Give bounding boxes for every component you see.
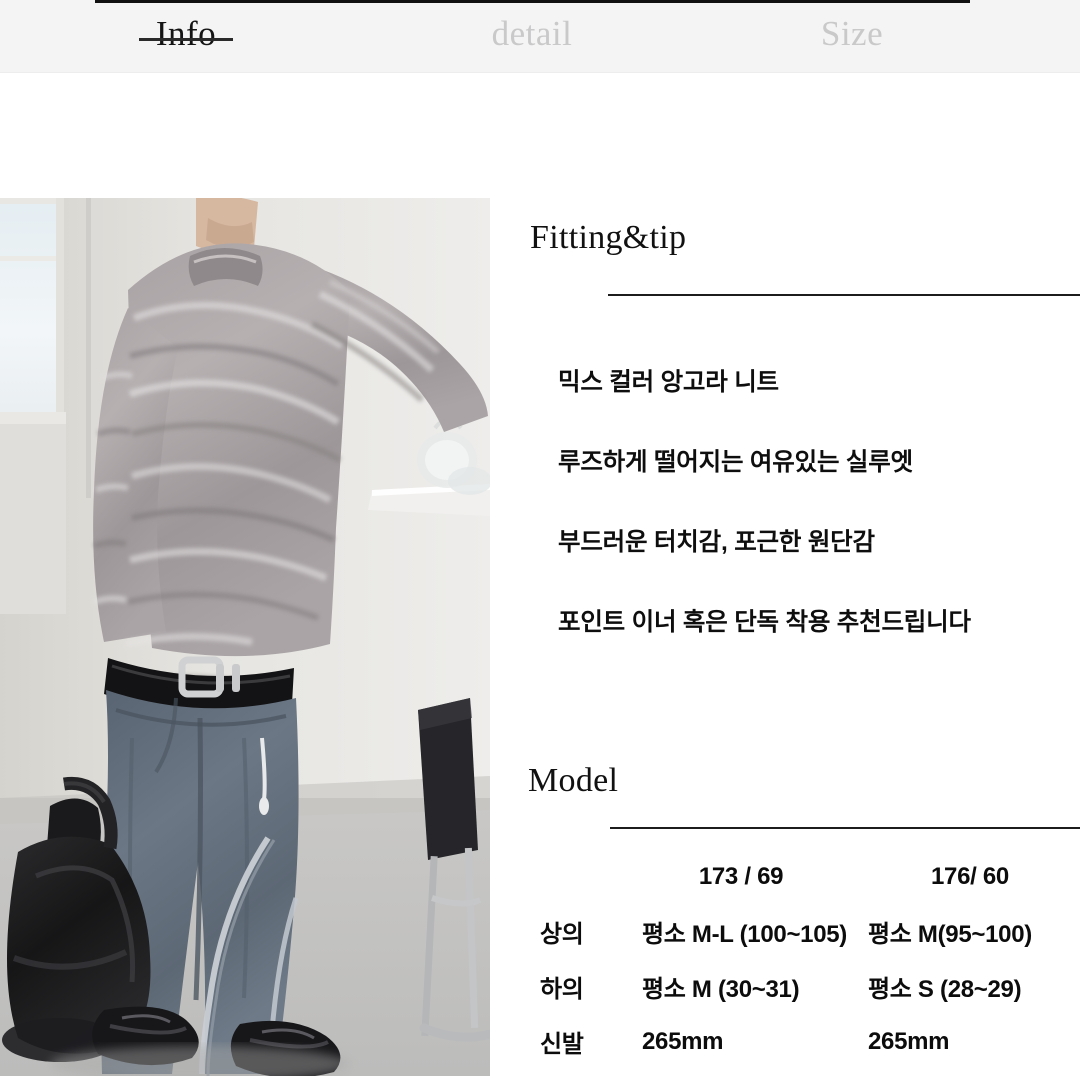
model-row-label: 상의 — [540, 921, 584, 948]
fitting-tip-list: 믹스 컬러 앙고라 니트 루즈하게 떨어지는 여유있는 실루엣 부드러운 터치감… — [558, 368, 1078, 638]
table-header-row: 173 / 69 176/ 60 — [490, 849, 1080, 904]
model-row-value-a: 평소 M-L (100~105) — [642, 921, 847, 948]
fitting-tip-divider — [608, 294, 1080, 296]
model-spec-table: 173 / 69 176/ 60 상의 평소 M-L (100~105) 평소 … — [490, 849, 1080, 1069]
table-row: 상의 평소 M-L (100~105) 평소 M(95~100) — [490, 904, 1080, 959]
fitting-tip-item: 포인트 이너 혹은 단독 착용 추천드립니다 — [558, 609, 971, 636]
model-col-blank — [490, 849, 622, 904]
info-panel: Fitting&tip 믹스 컬러 앙고라 니트 루즈하게 떨어지는 여유있는 … — [490, 73, 1080, 1080]
fitting-tip-item: 부드러운 터치감, 포근한 원단감 — [558, 529, 875, 556]
fitting-tip-heading: Fitting&tip — [530, 219, 687, 256]
tab-size[interactable]: Size — [692, 0, 1012, 54]
model-row-value-b: 평소 M(95~100) — [868, 921, 1032, 948]
model-row-value-a: 평소 M (30~31) — [642, 976, 800, 1003]
model-row-label: 하의 — [540, 976, 584, 1003]
fitting-tip-item: 루즈하게 떨어지는 여유있는 실루엣 — [558, 449, 913, 476]
product-photo-illustration — [0, 198, 490, 1076]
tab-bar: Info detail Size — [0, 0, 1080, 73]
tab-info[interactable]: Info — [0, 0, 372, 54]
tab-active-underline — [139, 38, 233, 41]
table-row: 신발 265mm 265mm — [490, 1014, 1080, 1069]
model-row-value-a: 265mm — [642, 1027, 724, 1055]
table-row: 하의 평소 M (30~31) 평소 S (28~29) — [490, 959, 1080, 1014]
tab-list: Info detail Size — [0, 0, 1080, 73]
tab-info-label: Info — [155, 14, 217, 53]
model-heading: Model — [528, 762, 619, 799]
model-row-value-b: 평소 S (28~29) — [868, 976, 1022, 1003]
tab-detail[interactable]: detail — [372, 0, 692, 54]
fitting-tip-item: 믹스 컬러 앙고라 니트 — [558, 369, 779, 396]
model-col-b-header: 176/ 60 — [931, 862, 1009, 890]
product-photo[interactable] — [0, 198, 490, 1076]
model-row-value-b: 265mm — [868, 1027, 950, 1055]
model-row-label: 신발 — [540, 1031, 584, 1058]
model-divider — [610, 827, 1080, 829]
model-col-a-header: 173 / 69 — [698, 862, 784, 890]
tab-detail-label: detail — [491, 14, 573, 53]
tab-size-label: Size — [820, 14, 884, 53]
